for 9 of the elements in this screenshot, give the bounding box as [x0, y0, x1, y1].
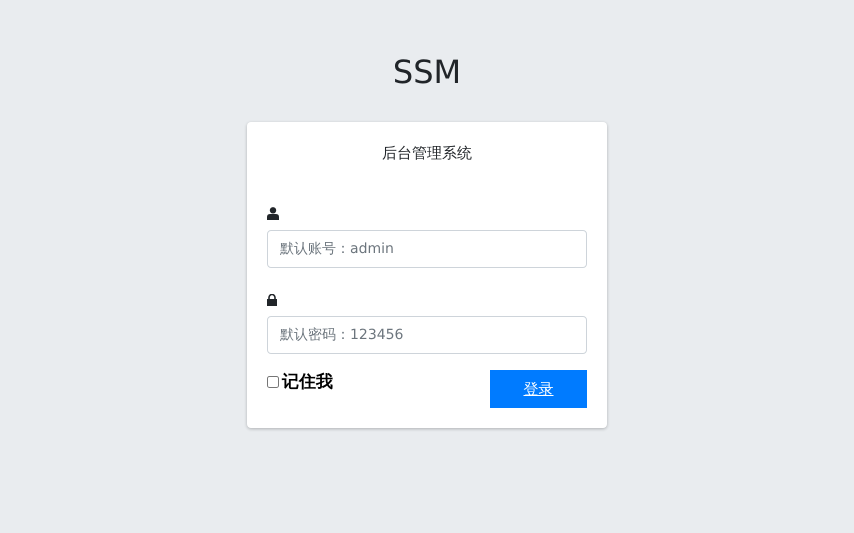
- lock-icon: [267, 294, 277, 306]
- password-field[interactable]: 默认密码：123456: [267, 316, 587, 354]
- remember-checkbox[interactable]: [267, 376, 279, 388]
- username-field[interactable]: 默认账号：admin: [267, 230, 587, 268]
- remember-label: 记住我: [282, 371, 333, 393]
- user-icon: [267, 207, 279, 220]
- login-button[interactable]: 登录: [490, 370, 587, 408]
- card-title: 后台管理系统: [382, 144, 472, 163]
- app-title: SSM: [392, 52, 462, 92]
